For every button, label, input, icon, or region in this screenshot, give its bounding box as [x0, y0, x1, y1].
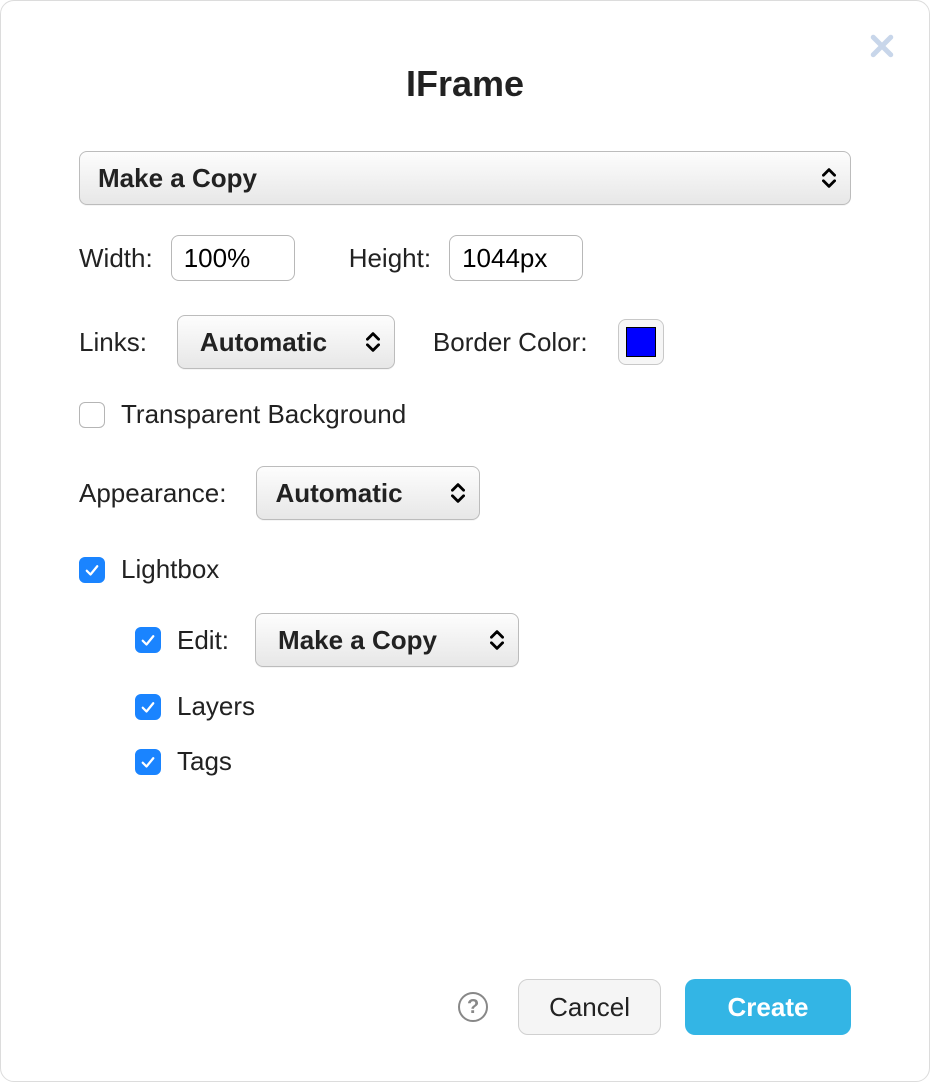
width-label: Width: — [79, 243, 153, 274]
lightbox-tags-row: Tags — [135, 746, 851, 777]
help-icon[interactable]: ? — [458, 992, 488, 1022]
width-input[interactable] — [171, 235, 295, 281]
lightbox-layers-checkbox[interactable] — [135, 694, 161, 720]
transparent-row: Transparent Background — [79, 399, 851, 430]
appearance-label: Appearance: — [79, 478, 226, 509]
lightbox-edit-row: Edit: Make a Copy — [135, 613, 851, 667]
cancel-button-label: Cancel — [549, 992, 630, 1023]
lightbox-edit-checkbox[interactable] — [135, 627, 161, 653]
cancel-button[interactable]: Cancel — [518, 979, 661, 1035]
dialog-title: IFrame — [1, 63, 929, 105]
appearance-select[interactable]: Automatic — [256, 466, 480, 520]
create-button[interactable]: Create — [685, 979, 851, 1035]
transparent-label: Transparent Background — [121, 399, 406, 430]
lightbox-tags-label: Tags — [177, 746, 232, 777]
size-row: Width: Height: — [79, 235, 851, 281]
border-color-swatch — [626, 327, 656, 357]
chevron-updown-icon — [822, 167, 836, 189]
iframe-dialog: IFrame Make a Copy Width: Height: Links:… — [0, 0, 930, 1082]
appearance-row: Appearance: Automatic — [79, 466, 851, 520]
lightbox-edit-select-value: Make a Copy — [278, 625, 437, 656]
links-label: Links: — [79, 327, 147, 358]
lightbox-row: Lightbox — [79, 554, 851, 585]
lightbox-checkbox[interactable] — [79, 557, 105, 583]
close-icon[interactable] — [867, 31, 897, 61]
height-label: Height: — [349, 243, 431, 274]
transparent-checkbox[interactable] — [79, 402, 105, 428]
create-button-label: Create — [728, 992, 809, 1023]
border-color-label: Border Color: — [433, 327, 588, 358]
lightbox-layers-label: Layers — [177, 691, 255, 722]
dialog-footer: ? Cancel Create — [458, 979, 851, 1035]
appearance-select-value: Automatic — [275, 478, 402, 509]
lightbox-tags-checkbox[interactable] — [135, 749, 161, 775]
lightbox-edit-select[interactable]: Make a Copy — [255, 613, 519, 667]
mode-select[interactable]: Make a Copy — [79, 151, 851, 205]
lightbox-edit-label: Edit: — [177, 625, 229, 656]
height-input[interactable] — [449, 235, 583, 281]
links-select-value: Automatic — [200, 327, 327, 358]
mode-select-value: Make a Copy — [98, 163, 257, 194]
chevron-updown-icon — [451, 482, 465, 504]
links-row: Links: Automatic Border Color: — [79, 315, 851, 369]
links-select[interactable]: Automatic — [177, 315, 395, 369]
lightbox-layers-row: Layers — [135, 691, 851, 722]
border-color-picker[interactable] — [618, 319, 664, 365]
chevron-updown-icon — [490, 629, 504, 651]
chevron-updown-icon — [366, 331, 380, 353]
lightbox-label: Lightbox — [121, 554, 219, 585]
